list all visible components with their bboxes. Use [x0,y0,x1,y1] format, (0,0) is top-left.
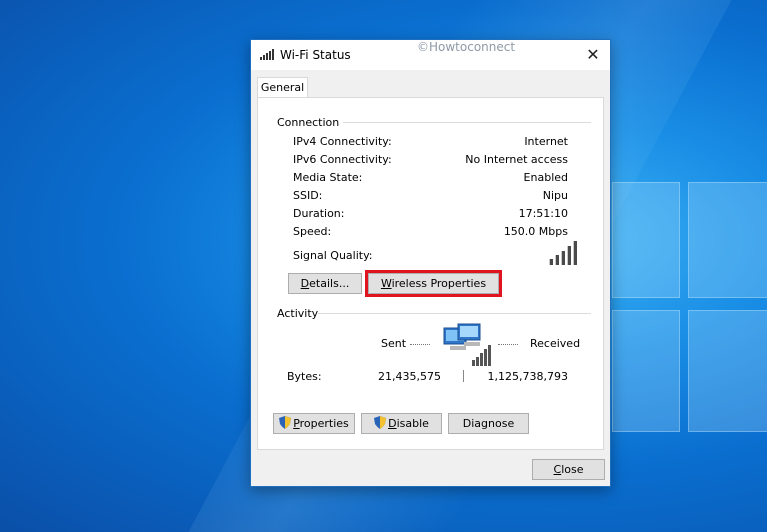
activity-separator [463,370,464,382]
desktop-light-pane [612,182,680,298]
received-dash [498,344,518,345]
speed-label: Speed: [293,225,332,238]
media-state-value: Enabled [523,171,568,184]
bytes-sent-value: 21,435,575 [378,370,441,383]
signal-quality-icon [549,241,579,265]
wifi-signal-icon [260,49,274,60]
activity-divider [318,313,591,314]
shield-icon [374,416,387,429]
general-panel: Connection IPv4 Connectivity: Internet I… [257,97,604,450]
duration-value: 17:51:10 [518,207,568,220]
ipv4-label: IPv4 Connectivity: [293,135,392,148]
tab-general[interactable]: General [257,77,308,98]
close-icon[interactable]: ✕ [582,44,604,66]
sent-label: Sent [381,337,407,350]
network-activity-icon [443,323,491,366]
title-bar[interactable]: Wi-Fi Status ©Howtoconnect ✕ [251,40,610,70]
connection-heading: Connection [277,116,340,129]
connection-divider [343,122,591,123]
signal-quality-label: Signal Quality: [293,249,373,262]
received-label: Received [530,337,581,350]
bytes-received-value: 1,125,738,793 [487,370,568,383]
desktop-light-pane [688,182,767,298]
sent-dash [410,344,430,345]
duration-label: Duration: [293,207,345,220]
desktop-light-pane [688,310,767,432]
details-button[interactable]: Details... [288,273,362,294]
shield-icon [279,416,292,429]
media-state-label: Media State: [293,171,363,184]
ssid-value: Nipu [542,189,568,202]
activity-heading: Activity [277,307,319,320]
window-title: Wi-Fi Status [280,48,351,62]
close-button[interactable]: Close [532,459,605,480]
wifi-status-dialog: Wi-Fi Status ©Howtoconnect ✕ General Con… [250,39,611,487]
ipv4-value: Internet [524,135,568,148]
wireless-properties-button[interactable]: Wireless Properties [365,270,502,297]
watermark: ©Howtoconnect [417,40,516,54]
disable-button[interactable]: Disable [361,413,442,434]
ipv6-value: No Internet access [465,153,568,166]
speed-value: 150.0 Mbps [503,225,568,238]
ssid-label: SSID: [293,189,323,202]
desktop-light-pane [612,310,680,432]
ipv6-label: IPv6 Connectivity: [293,153,392,166]
diagnose-button[interactable]: Diagnose [448,413,529,434]
properties-button[interactable]: Properties [273,413,355,434]
bytes-label: Bytes: [287,370,322,383]
